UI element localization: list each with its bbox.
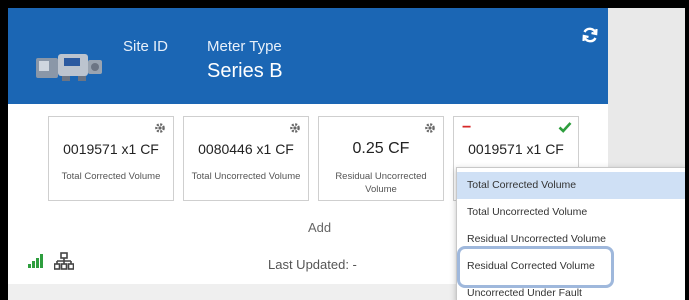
app-frame: Site ID Meter Type Series B 0019571 x1 C…: [8, 8, 685, 300]
volume-tile-total-corrected[interactable]: 0019571 x1 CF Total Corrected Volume: [48, 116, 174, 201]
tile-label: Total Corrected Volume: [61, 171, 161, 182]
volume-tile-total-uncorrected[interactable]: 0080446 x1 CF Total Uncorrected Volume: [183, 116, 309, 201]
card-header: Site ID Meter Type Series B: [8, 8, 608, 104]
dropdown-item-total-corrected[interactable]: Total Corrected Volume: [457, 172, 685, 199]
tile-value: 0019571 x1 CF: [468, 141, 564, 157]
highlight-outline: [457, 246, 614, 288]
signal-bars-icon: [28, 254, 43, 268]
tile-label: Total Uncorrected Volume: [191, 171, 301, 182]
network-icon: [54, 252, 74, 270]
gear-icon[interactable]: [424, 122, 436, 134]
dropdown-item-total-uncorrected[interactable]: Total Uncorrected Volume: [457, 199, 685, 226]
refresh-icon[interactable]: [581, 26, 599, 44]
tile-value: 0019571 x1 CF: [63, 141, 159, 157]
site-id-label: Site ID: [123, 38, 169, 55]
meter-device-image: [36, 54, 102, 81]
tile-value: 0080446 x1 CF: [198, 141, 294, 157]
check-icon[interactable]: [558, 121, 572, 133]
add-tile-button[interactable]: Add: [308, 220, 331, 235]
volume-tile-residual-uncorrected[interactable]: 0.25 CF Residual Uncorrected Volume: [318, 116, 444, 201]
last-updated-text: Last Updated: -: [268, 257, 357, 272]
tile-label: Residual Uncorrected Volume: [335, 171, 427, 195]
gear-icon[interactable]: [154, 122, 166, 134]
tile-value: 0.25 CF: [352, 140, 410, 157]
gear-icon[interactable]: [289, 122, 301, 134]
meter-type-label: Meter Type: [207, 38, 282, 55]
meter-type-value: Series B: [207, 60, 283, 82]
remove-tile-button[interactable]: −: [462, 119, 471, 137]
